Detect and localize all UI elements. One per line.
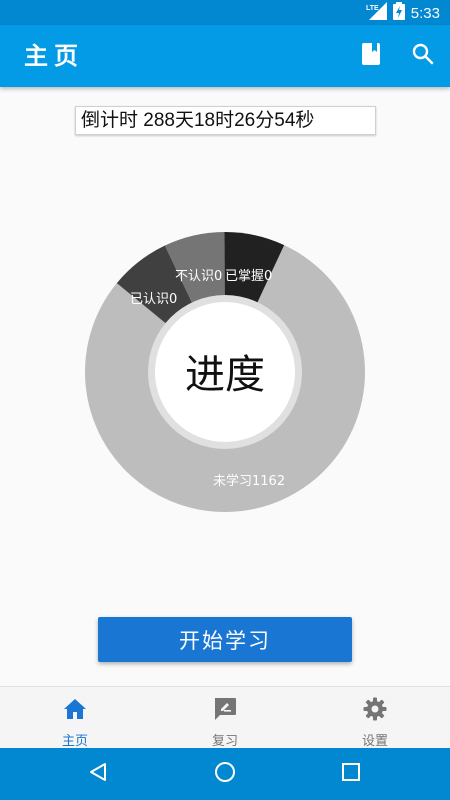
slice-label-unlearned: 未学习1162 — [213, 473, 285, 489]
back-icon — [87, 761, 109, 787]
nav-item-review[interactable]: 复习 — [150, 687, 300, 749]
book-button[interactable] — [356, 41, 386, 71]
lte-signal-icon: LTE — [365, 2, 387, 24]
system-back-button[interactable] — [84, 760, 112, 788]
system-recents-button[interactable] — [337, 760, 365, 788]
system-home-button[interactable] — [211, 760, 239, 788]
page-title: 主页 — [24, 42, 84, 70]
nav-label-review: 复习 — [211, 734, 238, 749]
network-type: LTE — [366, 5, 379, 12]
search-icon — [412, 43, 434, 69]
nav-label-settings: 设置 — [361, 734, 388, 749]
countdown-display: 倒计时 288天18时26分54秒 — [75, 106, 376, 135]
home-icon — [62, 696, 88, 726]
status-bar: LTE 5:33 — [0, 0, 450, 25]
start-study-button[interactable]: 开始学习 — [98, 617, 352, 662]
slice-label-mastered: 已掌握0 — [225, 269, 272, 284]
slice-label-unrecognized: 不认识0 — [175, 269, 222, 284]
nav-item-settings[interactable]: 设置 — [300, 687, 450, 749]
status-time: 5:33 — [410, 4, 440, 22]
chart-center-label: 进度 — [185, 352, 265, 398]
app-bar: 主页 — [0, 25, 450, 87]
review-icon — [212, 696, 238, 726]
search-button[interactable] — [408, 41, 438, 71]
bottom-nav: 主页 复习 设置 — [0, 686, 450, 749]
slice-label-recognized: 已认识0 — [130, 292, 177, 307]
nav-label-home: 主页 — [61, 734, 88, 749]
gear-icon — [362, 696, 388, 726]
system-nav-bar — [0, 748, 450, 800]
book-icon — [361, 42, 381, 70]
home-circle-icon — [214, 761, 236, 787]
recents-icon — [340, 761, 362, 787]
nav-item-home[interactable]: 主页 — [0, 687, 150, 749]
battery-charging-icon — [392, 2, 405, 24]
progress-donut-chart: 进度 未学习1162 已认识0 不认识0 已掌握0 — [85, 232, 365, 512]
